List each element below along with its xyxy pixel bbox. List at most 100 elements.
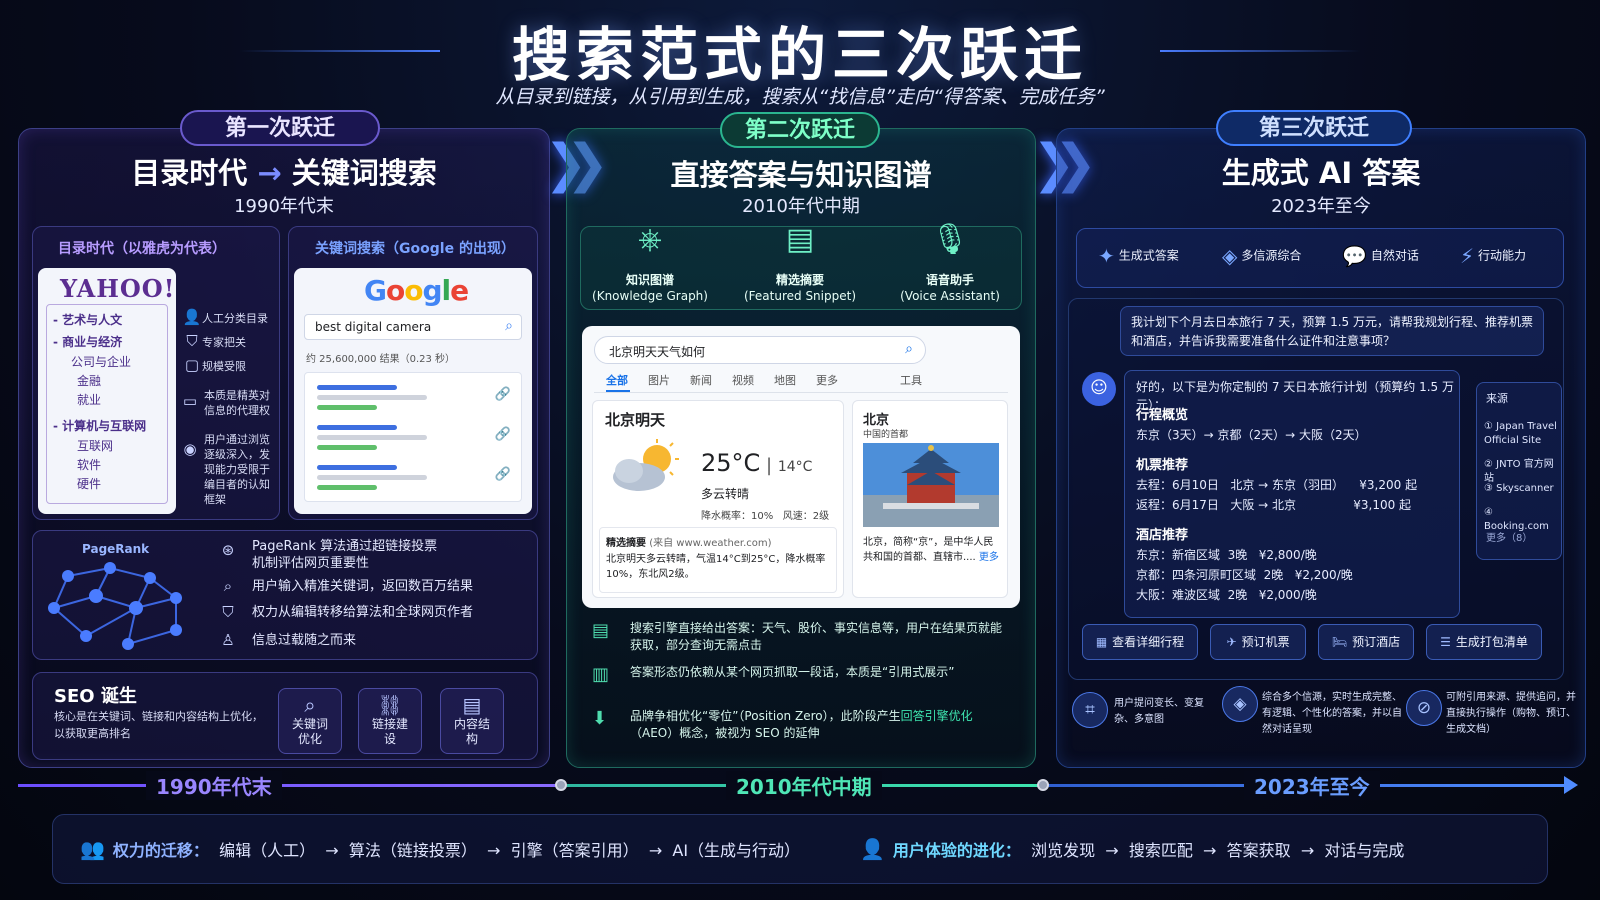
- sources-heading: 来源: [1486, 392, 1508, 405]
- link-icon[interactable]: 🔗: [495, 387, 511, 402]
- tab-tools[interactable]: 工具: [900, 372, 922, 388]
- book-hotel-button[interactable]: 🛏 预订酒店: [1318, 624, 1414, 660]
- google-logo: Google: [364, 274, 469, 307]
- capability-dialogue: 💬 自然对话: [1342, 244, 1419, 268]
- tab-news[interactable]: 新闻: [690, 372, 712, 388]
- network-icon: ⊛: [221, 541, 235, 559]
- result-item[interactable]: [317, 425, 427, 450]
- feature-knowledge-graph: ⎈ 知识图谱 (Knowledge Graph): [588, 225, 712, 304]
- timeline-arrowhead-icon: [1564, 776, 1578, 794]
- bed-icon: 🛏: [1331, 635, 1348, 649]
- source-item[interactable]: ③ Skyscanner: [1484, 482, 1560, 496]
- sources-more-link[interactable]: 更多（8）: [1486, 532, 1532, 546]
- hotel-item: 大阪：难波区域 2晚 ¥2,000/晚: [1136, 588, 1317, 602]
- capability-generative: ✦ 生成式答案: [1098, 244, 1179, 268]
- knowledge-panel: 北京 中国的首都 北京，简称“京”，是中华人民共和国的首都、直辖市.... 更多: [852, 400, 1008, 598]
- bot-avatar-icon: ☺: [1082, 372, 1116, 406]
- category-item[interactable]: 就业: [77, 391, 101, 408]
- category-item[interactable]: 金融: [77, 372, 101, 389]
- seo-structure-button[interactable]: ▤ 内容结构: [440, 688, 504, 754]
- tab-all[interactable]: 全部: [606, 372, 628, 388]
- timeline-dot: [1037, 779, 1049, 791]
- seo-keyword-button[interactable]: ⌕ 关键词优化: [278, 688, 342, 754]
- stage1-title-arrow: →: [257, 156, 282, 190]
- stage3-year: 2023年至今: [1271, 196, 1371, 217]
- tab-more[interactable]: 更多: [816, 372, 838, 388]
- source-item[interactable]: ④ Booking.com: [1484, 506, 1560, 534]
- kg-more-link[interactable]: 更多: [979, 552, 999, 563]
- person-icon: ♙: [221, 631, 235, 649]
- source-item[interactable]: ① Japan Travel Official Site: [1484, 420, 1560, 448]
- seo-link-button[interactable]: ⛓ 链接建设: [358, 688, 422, 754]
- serp-search-input[interactable]: 北京明天天气如何 ⌕: [594, 336, 926, 364]
- folder-icon: ▭: [182, 392, 198, 410]
- stage3-note: 用户提问变长、变复杂、多意图: [1114, 698, 1204, 725]
- stage1-title-left: 目录时代: [131, 156, 248, 190]
- shield-icon: ⛉: [222, 603, 234, 621]
- category-item[interactable]: 互联网: [77, 437, 113, 454]
- chat-icon: 💬: [1342, 244, 1367, 268]
- kg-title: 北京: [863, 413, 890, 428]
- link-icon[interactable]: 🔗: [495, 427, 511, 442]
- document-icon: ▥: [592, 664, 610, 685]
- search-icon[interactable]: ⌕: [505, 318, 513, 334]
- bolt-icon: ⚡: [1460, 244, 1475, 268]
- category-item[interactable]: 软件: [77, 456, 101, 473]
- tab-images[interactable]: 图片: [648, 372, 670, 388]
- feature-featured-snippet: ▤ 精选摘要 (Featured Snippet): [738, 225, 862, 304]
- stage2-pill: 第二次跃迁: [720, 112, 880, 148]
- search-icon: ⌕: [223, 577, 233, 595]
- tab-videos[interactable]: 视频: [732, 372, 754, 388]
- aeo-highlight: 回答引擎优化: [900, 709, 973, 723]
- people-icon: 👥: [80, 837, 105, 861]
- category-item[interactable]: - 艺术与人文: [53, 311, 122, 328]
- user-icon: 👤: [860, 837, 885, 861]
- google-card: Google best digital camera ⌕ 约 25,600,00…: [294, 268, 532, 514]
- flight-item: 返程：6月17日 大阪 → 北京 ¥3,100 起: [1136, 498, 1412, 512]
- stage1-pill: 第一次跃迁: [180, 110, 380, 146]
- yahoo-logo: YAHOO!: [60, 274, 176, 303]
- stage1-title-right: 关键词搜索: [291, 156, 437, 190]
- kg-subtitle: 中国的首都: [863, 430, 909, 440]
- result-item[interactable]: [317, 385, 427, 410]
- view-itinerary-button[interactable]: ▦ 查看详细行程: [1082, 624, 1198, 660]
- page-subtitle: 从目录到链接，从引用到生成，搜索从“找信息”走向“得答案、完成任务”: [495, 86, 1105, 108]
- keyword-heading: 关键词搜索（Google 的出现）: [315, 241, 515, 257]
- category-item[interactable]: 公司与企业: [71, 353, 131, 370]
- box-icon: ▢: [184, 356, 200, 374]
- directory-feature: ◉ 用户通过浏览逐级深入，发现能力受限于编目者的认知框架: [182, 432, 278, 507]
- directory-feature: ▢ 规模受限: [182, 358, 246, 374]
- stage2-bullet: ⬇ 品牌争相优化“零位”（Position Zero），此阶段产生回答引擎优化（A…: [592, 708, 973, 740]
- pagerank-bullet: ⊛ PageRank 算法通过超链接投票机制评估网页重要性: [222, 538, 438, 572]
- timeline-label: 2023年至今: [1244, 771, 1380, 800]
- power-shift-row: 👥 权力的迁移： 编辑（人工） → 算法（链接投票） → 引擎（答案引用） → A…: [80, 837, 801, 861]
- eye-icon: ◉: [183, 440, 197, 458]
- book-flight-button[interactable]: ✈ 预订机票: [1210, 624, 1306, 660]
- flight-heading: 机票推荐: [1136, 458, 1189, 473]
- link-icon[interactable]: 🔗: [495, 467, 511, 482]
- google-search-input[interactable]: best digital camera ⌕: [304, 314, 522, 340]
- pagerank-bullet: ⌕ 用户输入精准关键词，返回数百万结果: [222, 578, 492, 595]
- directory-heading: 目录时代（以雅虎为代表）: [58, 241, 226, 257]
- result-item[interactable]: [317, 465, 427, 490]
- serp-query: 北京明天天气如何: [609, 345, 706, 359]
- category-item[interactable]: - 商业与经济: [53, 333, 122, 350]
- directory-feature: 👤人工分类目录: [182, 308, 268, 326]
- calendar-icon: ▦: [1095, 635, 1108, 649]
- temple-of-heaven-image[interactable]: [863, 443, 999, 527]
- cloud-sun-icon: [613, 439, 679, 491]
- stage1-title: 目录时代 → 关键词搜索: [18, 150, 550, 192]
- tab-maps[interactable]: 地图: [774, 372, 796, 388]
- search-icon[interactable]: ⌕: [905, 341, 913, 357]
- category-item[interactable]: - 计算机与互联网: [53, 417, 146, 434]
- timeline-label: 2010年代中期: [726, 771, 882, 800]
- hotel-item: 东京：新宿区域 3晚 ¥2,800/晚: [1136, 548, 1317, 562]
- timeline-segment: [18, 784, 562, 787]
- snippet-header: 精选摘要 (来自 www.weather.com): [606, 538, 772, 549]
- itinerary-heading: 行程概览: [1136, 408, 1189, 423]
- stage3-title: 生成式 AI 答案: [1221, 156, 1421, 190]
- category-item[interactable]: 硬件: [77, 475, 101, 492]
- packing-list-button[interactable]: ☰ 生成打包清单: [1426, 624, 1542, 660]
- result-count: 约 25,600,000 结果（0.23 秒）: [306, 354, 456, 365]
- compass-icon: ⊘: [1406, 690, 1442, 726]
